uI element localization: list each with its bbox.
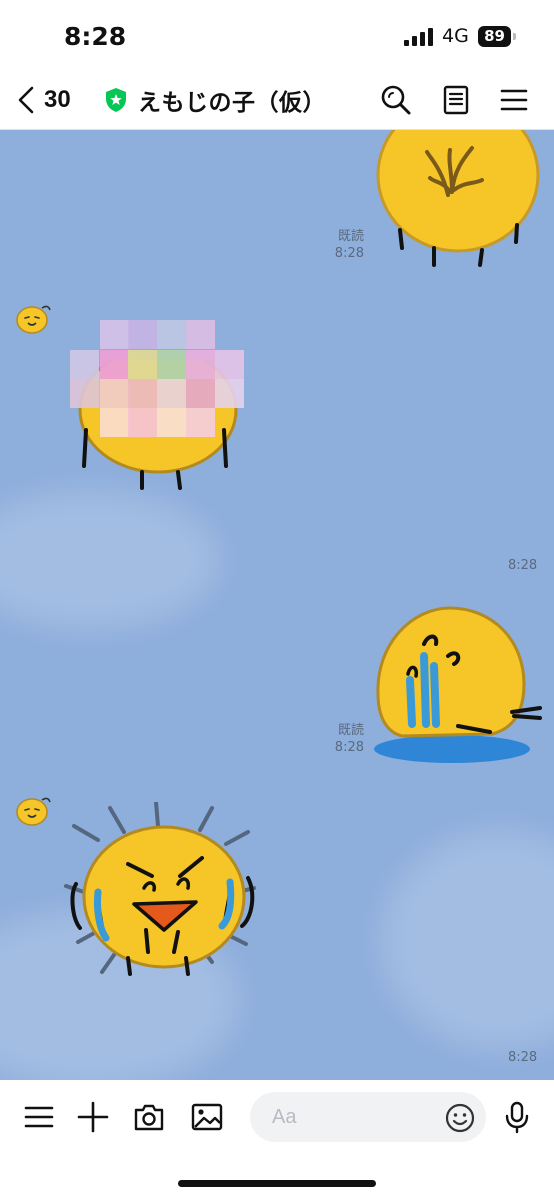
unread-count: 30 [44, 86, 71, 113]
read-receipt: 既読 [337, 229, 364, 244]
emoji-icon[interactable] [444, 1102, 476, 1134]
battery-icon: 89 [478, 26, 518, 47]
room-name: えもじの子（仮） [138, 90, 326, 116]
status-bar: 8:28 4G 89 [0, 0, 554, 70]
message-time: 8:28 [334, 246, 364, 261]
sender-avatar[interactable] [14, 792, 52, 830]
emoji-blob-with-hair-sticker[interactable] [372, 130, 547, 270]
chevron-left-icon [18, 86, 34, 114]
network-type: 4G [442, 25, 469, 47]
menu-icon[interactable] [498, 84, 530, 116]
signal-strength-icon [404, 28, 433, 46]
message-meta: 既読 8:28 [318, 722, 364, 756]
shouting-crying-emoji-sticker[interactable] [62, 802, 262, 992]
input-bar [0, 1080, 554, 1200]
message-meta: 既読 8:28 [318, 228, 364, 262]
notes-icon[interactable] [440, 84, 472, 116]
read-receipt: 既読 [337, 723, 364, 738]
back-button[interactable]: 30 [14, 82, 71, 118]
microphone-icon[interactable] [500, 1100, 534, 1134]
home-indicator [178, 1180, 376, 1187]
camera-icon[interactable] [132, 1100, 166, 1134]
message-time: 8:28 [508, 558, 538, 573]
search-icon[interactable] [380, 84, 412, 116]
chat-header: 30 えもじの子（仮） [0, 70, 554, 130]
status-time: 8:28 [64, 22, 127, 51]
censor-mosaic [70, 320, 244, 440]
verified-shield-icon [106, 88, 126, 112]
menu-icon[interactable] [22, 1100, 56, 1134]
cloud-decoration [380, 830, 554, 1050]
chat-area[interactable]: 既読 8:28 8:28 既読 8:28 8:28 [0, 130, 554, 1080]
melting-crying-emoji-sticker[interactable] [372, 604, 547, 764]
battery-level: 89 [478, 26, 511, 47]
cloud-decoration [0, 490, 220, 630]
image-icon[interactable] [190, 1100, 224, 1134]
message-time: 8:28 [508, 1050, 538, 1065]
sender-avatar[interactable] [14, 300, 52, 338]
message-time: 8:28 [334, 740, 364, 755]
room-title[interactable]: えもじの子（仮） [104, 82, 326, 118]
plus-icon[interactable] [76, 1100, 110, 1134]
